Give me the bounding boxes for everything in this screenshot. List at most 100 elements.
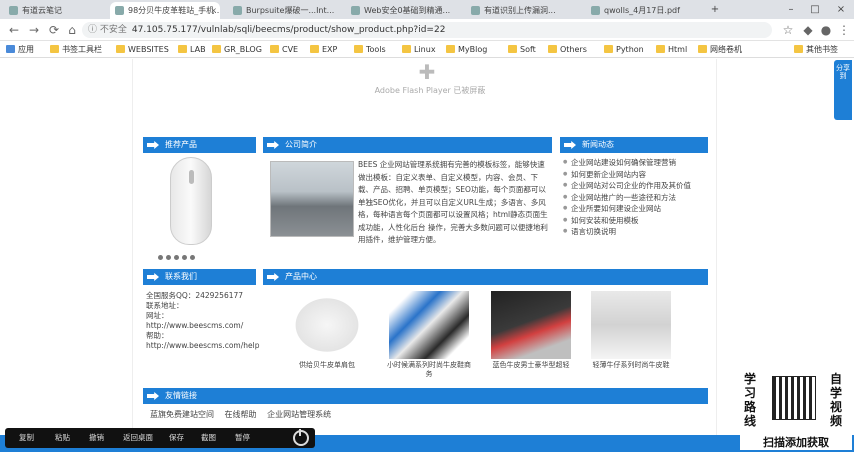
slider-dot[interactable] [190, 255, 195, 260]
qr-code-icon [772, 376, 816, 420]
flash-placeholder[interactable]: ✚ Adobe Flash Player 已被屏蔽 [360, 59, 500, 99]
recommend-product-image[interactable] [170, 157, 212, 245]
toolbar-copy[interactable]: 复制 [19, 428, 34, 448]
notice-item[interactable]: 如何安装和使用模板 [563, 215, 713, 227]
toolbar-save[interactable]: 保存 [169, 428, 184, 448]
power-icon[interactable] [293, 429, 309, 446]
product-caption[interactable]: 轻薄牛仔系列时尚牛皮鞋 [586, 361, 676, 370]
bookmark-folder[interactable]: 书签工具栏 [50, 41, 102, 58]
profile-icon[interactable]: ● [818, 22, 834, 38]
arrow-icon [564, 141, 576, 149]
bookmark-folder[interactable]: 其他书签 [794, 41, 838, 58]
product-image[interactable] [389, 291, 469, 359]
reload-icon[interactable]: ⟳ [46, 22, 62, 38]
product-image[interactable] [287, 291, 367, 359]
star-icon[interactable]: ☆ [780, 22, 796, 38]
slider-dot[interactable] [182, 255, 187, 260]
product-card[interactable]: 轻薄牛仔系列时尚牛皮鞋 [586, 289, 676, 389]
contact-address-label: 联系地址： [146, 301, 184, 310]
notice-item[interactable]: 企业网站推广的一些途径和方法 [563, 192, 713, 204]
browser-tab-strip: 有道云笔记 98分贝牛皮革鞋站_手机... × Burpsuite爆破一...In… [0, 0, 854, 19]
slider-dot[interactable] [174, 255, 179, 260]
section-header-links: 友情链接 [143, 388, 708, 404]
bookmark-folder[interactable]: Python [604, 41, 644, 58]
tab-favicon-icon [471, 6, 480, 15]
contact-help-label: 帮助： [146, 331, 169, 340]
browser-tab[interactable]: 有道识别上传漏洞... [466, 2, 576, 19]
bookmark-folder[interactable]: 网络卷机 [698, 41, 742, 58]
product-image[interactable] [491, 291, 571, 359]
divider [716, 59, 717, 439]
address-bar[interactable]: 不安全 47.105.75.177/vulnlab/sqli/beecms/pro… [82, 22, 772, 38]
product-card[interactable]: 小时候满系列时尚牛皮鞋商务 [384, 289, 474, 389]
bookmark-folder[interactable]: CVE [270, 41, 298, 58]
contact-site-link[interactable]: http://www.beescms.com/ [146, 321, 262, 331]
bookmark-folder[interactable]: Soft [508, 41, 536, 58]
section-header-recommend: 推荐产品 [143, 137, 256, 153]
browser-tab[interactable]: 有道云笔记 [4, 2, 104, 19]
bookmark-folder[interactable]: Others [548, 41, 587, 58]
bookmark-apps[interactable]: 应用 [6, 41, 34, 58]
toolbar-screenshot[interactable]: 截图 [201, 428, 216, 448]
friend-links: 蓝旗免费建站空间 在线帮助 企业网站管理系统 [150, 409, 339, 420]
browser-tab[interactable]: Web安全0基础到精通... [346, 2, 456, 19]
tab-favicon-icon [9, 6, 18, 15]
friend-link[interactable]: 蓝旗免费建站空间 [150, 410, 214, 419]
home-icon[interactable]: ⌂ [64, 22, 80, 38]
notice-item[interactable]: 企业网站建设如何确保管理营销 [563, 157, 713, 169]
toolbar-paste[interactable]: 粘贴 [55, 428, 70, 448]
toolbar-desktop[interactable]: 返回桌面 [123, 428, 153, 448]
product-caption[interactable]: 小时候满系列时尚牛皮鞋商务 [384, 361, 474, 379]
friend-link[interactable]: 在线帮助 [225, 410, 257, 419]
product-image[interactable] [591, 291, 671, 359]
bookmark-folder[interactable]: GR_BLOG [212, 41, 262, 58]
product-card[interactable]: 蓝色牛皮男士豪华型超轻 [486, 289, 576, 389]
arrow-icon [147, 141, 159, 149]
browser-toolbar: ← → ⟳ ⌂ 不安全 47.105.75.177/vulnlab/sqli/be… [0, 19, 854, 41]
product-card[interactable]: 供给贝牛皮单肩包 [282, 289, 372, 389]
company-image [270, 161, 354, 237]
slider-dot[interactable] [158, 255, 163, 260]
menu-icon[interactable]: ⋮ [836, 22, 852, 38]
arrow-icon [147, 273, 159, 281]
bookmark-folder[interactable]: Linux [402, 41, 436, 58]
bookmark-folder[interactable]: EXP [310, 41, 337, 58]
contact-site-label: 网址： [146, 311, 169, 320]
url-text: 47.105.75.177/vulnlab/sqli/beecms/produc… [131, 25, 446, 35]
bookmarks-bar: 应用 书签工具栏 WEBSITES LAB GR_BLOG CVE EXP To… [0, 41, 854, 58]
product-caption[interactable]: 蓝色牛皮男士豪华型超轻 [486, 361, 576, 370]
bookmark-folder[interactable]: MyBlog [446, 41, 487, 58]
browser-tab[interactable]: Burpsuite爆破一...Int... [228, 2, 338, 19]
product-caption[interactable]: 供给贝牛皮单肩包 [282, 361, 372, 370]
minimize-icon[interactable]: – [780, 0, 802, 19]
browser-tab-active[interactable]: 98分贝牛皮革鞋站_手机... × [110, 2, 220, 19]
back-icon[interactable]: ← [6, 22, 22, 38]
toolbar-undo[interactable]: 撤销 [89, 428, 104, 448]
notice-item[interactable]: 如何更新企业网站内容 [563, 169, 713, 181]
browser-tab[interactable]: qwolls_4月17日.pdf [586, 2, 696, 19]
slider-dot[interactable] [166, 255, 171, 260]
close-window-icon[interactable]: × [830, 0, 852, 19]
close-tab-icon[interactable]: × [210, 2, 217, 19]
maximize-icon[interactable]: □ [804, 0, 826, 19]
bookmark-folder[interactable]: LAB [178, 41, 206, 58]
slider-dots[interactable] [158, 253, 228, 260]
forward-icon[interactable]: → [26, 22, 42, 38]
bookmark-folder[interactable]: WEBSITES [116, 41, 169, 58]
friend-link[interactable]: 企业网站管理系统 [267, 410, 331, 419]
share-widget[interactable]: 分享到 [834, 60, 852, 120]
extension-icon[interactable]: ◆ [800, 22, 816, 38]
contact-block: 全国服务QQ：2429256177 联系地址： 网址： http://www.b… [146, 291, 262, 351]
toolbar-pause[interactable]: 暂停 [235, 428, 250, 448]
bookmark-folder[interactable]: Html [656, 41, 687, 58]
bookmark-folder[interactable]: Tools [354, 41, 386, 58]
not-secure-label[interactable]: 不安全 [88, 25, 127, 35]
section-header-notice: 新闻动态 [560, 137, 708, 153]
notice-item[interactable]: 语言切换说明 [563, 226, 713, 238]
new-tab-icon[interactable]: + [704, 0, 726, 19]
notice-item[interactable]: 企业所要如何建设企业网站 [563, 203, 713, 215]
notice-item[interactable]: 企业网站对公司企业的作用及其价值 [563, 180, 713, 192]
contact-qq-row: 全国服务QQ：2429256177 [146, 291, 244, 300]
promo-bottom-text: 扫描添加获取 [763, 436, 829, 449]
contact-help-link[interactable]: http://www.beescms.com/help [146, 341, 262, 351]
